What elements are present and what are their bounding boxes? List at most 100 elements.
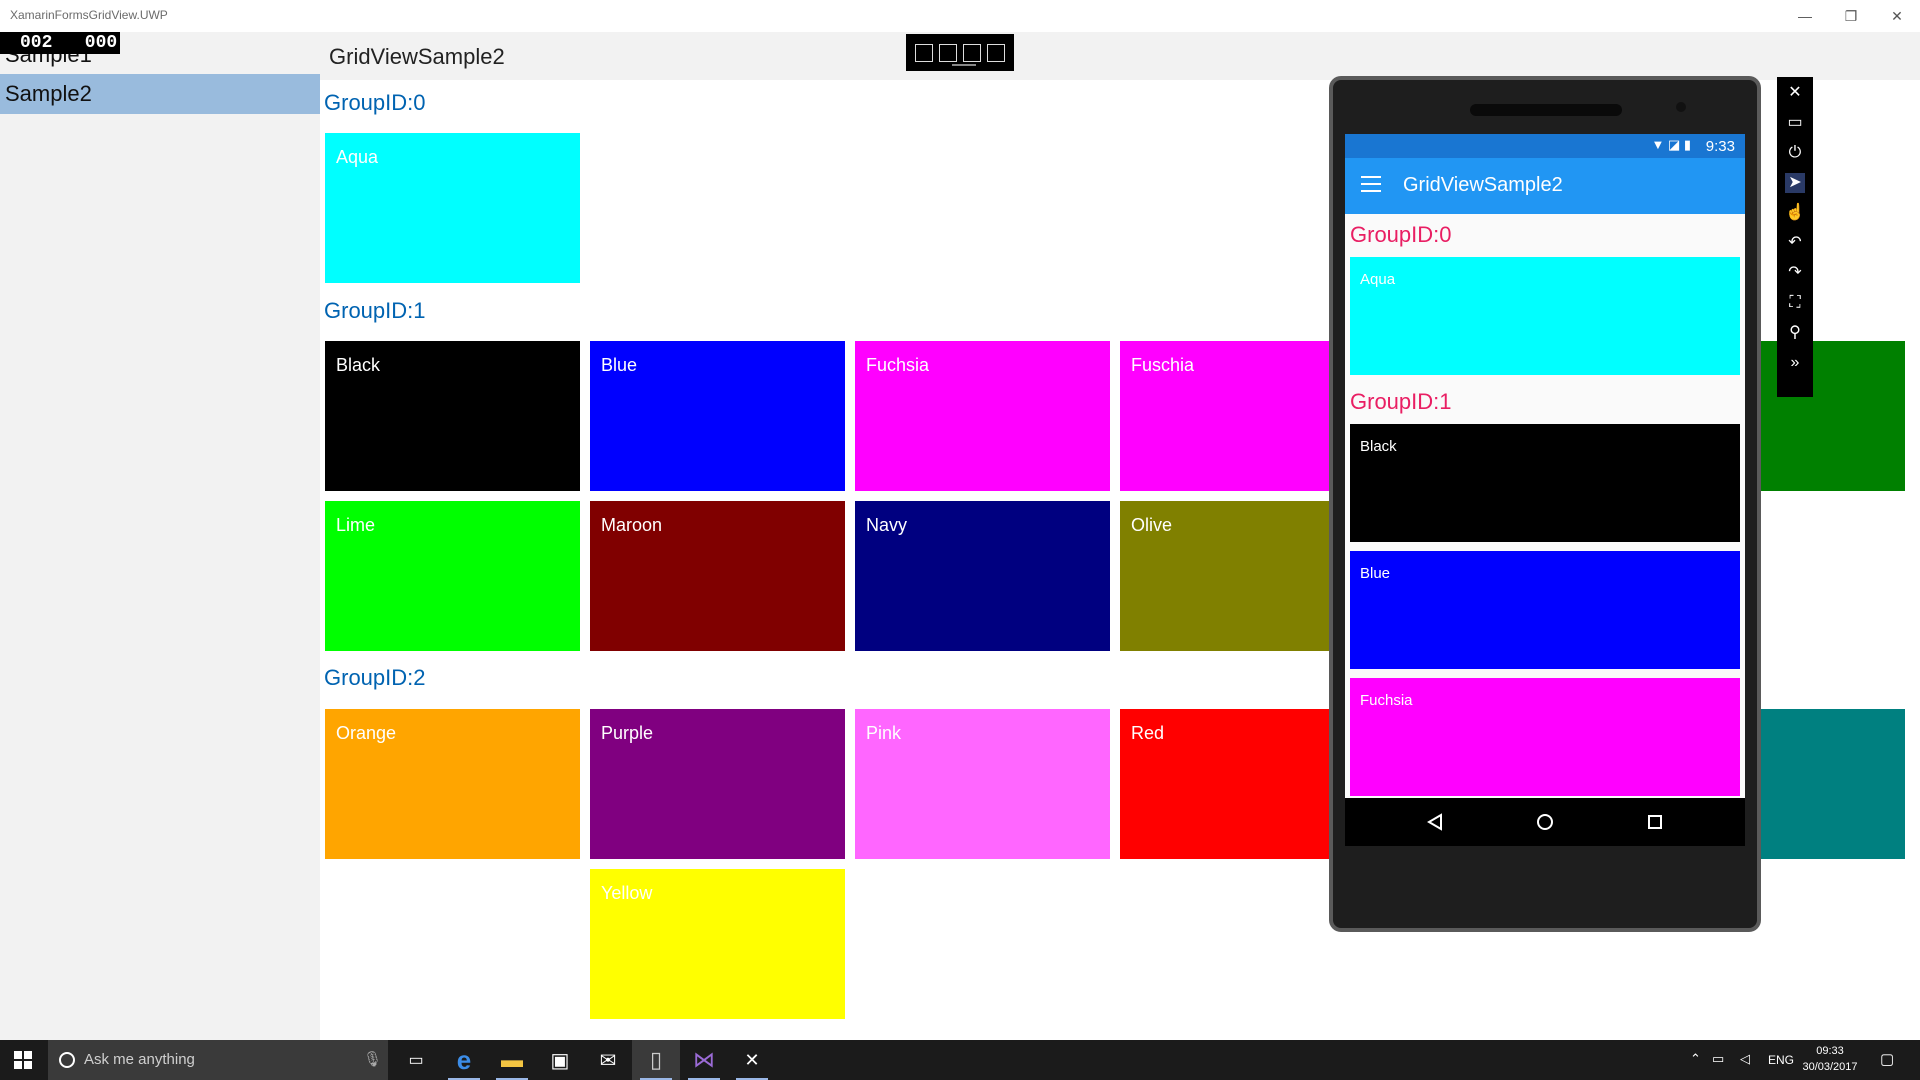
hamburger-menu-icon[interactable]: [1361, 176, 1381, 197]
touch-icon[interactable]: ☝: [1785, 203, 1805, 223]
back-icon: [1427, 813, 1442, 831]
clock-date: 30/03/2017: [1802, 1061, 1858, 1073]
emulator-toolbar: ✕ ▭ ⏻ ➤ ☝ ↶ ↷ ⛶ ⚲ »: [1777, 77, 1813, 397]
recents-icon: [1648, 815, 1662, 829]
close-icon[interactable]: ✕: [1785, 83, 1805, 103]
debug-toolbar-grip[interactable]: [952, 64, 976, 66]
nav-item-sample2[interactable]: Sample2: [0, 74, 320, 114]
status-icons: ▼ ◪ ▮: [1651, 137, 1691, 152]
phone-emulator-button[interactable]: ▯: [632, 1040, 680, 1080]
edge-button[interactable]: e: [440, 1040, 488, 1080]
xamarin-icon: ✕: [744, 1049, 760, 1070]
tile-label: Lime: [336, 515, 376, 535]
rotate-right-icon[interactable]: ↷: [1785, 263, 1805, 283]
android-nav-bar: [1345, 798, 1745, 846]
tile-label: Blue: [601, 355, 638, 375]
store-button[interactable]: ▣: [536, 1040, 584, 1080]
tile-navy[interactable]: Navy: [855, 501, 1110, 651]
home-icon: [1537, 814, 1553, 830]
visual-studio-button[interactable]: ⋈: [680, 1040, 728, 1080]
windows-logo-icon: [14, 1051, 32, 1069]
input-language[interactable]: ENG: [1768, 1053, 1794, 1067]
cortana-search-box[interactable]: Ask me anything 🎙: [48, 1040, 388, 1080]
page-header: [320, 32, 1920, 80]
more-tools-icon[interactable]: »: [1785, 353, 1805, 373]
android-tile-blue[interactable]: Blue: [1350, 551, 1740, 669]
tile-label: Black: [336, 355, 381, 375]
tile-label: Fuchsia: [866, 355, 930, 375]
tile-lime[interactable]: Lime: [325, 501, 580, 651]
tile-pink[interactable]: Pink: [855, 709, 1110, 859]
task-view-button[interactable]: ▭: [392, 1040, 440, 1080]
xamarin-button[interactable]: ✕: [728, 1040, 776, 1080]
task-view-icon: ▭: [408, 1052, 424, 1069]
live-tree-icon[interactable]: [915, 43, 933, 62]
tile-fuchsia[interactable]: Fuchsia: [855, 341, 1110, 491]
pointer-icon[interactable]: ➤: [1785, 173, 1805, 193]
android-back-button[interactable]: [1423, 810, 1447, 834]
battery-icon[interactable]: ▭: [1712, 1051, 1724, 1067]
tile-label: Yellow: [601, 883, 653, 903]
file-explorer-button[interactable]: ▬: [488, 1040, 536, 1080]
start-button[interactable]: [0, 1040, 46, 1080]
tile-label: Black: [1360, 438, 1397, 455]
rotate-left-icon[interactable]: ↶: [1785, 233, 1805, 253]
zoom-icon[interactable]: ⚲: [1785, 323, 1805, 343]
window-title-bar: [0, 0, 1920, 32]
frame-rate-counter: 002 000: [0, 32, 120, 54]
android-recents-button[interactable]: [1643, 810, 1667, 834]
tile-label: Purple: [601, 723, 654, 743]
android-group-header-0: GroupID:0: [1350, 222, 1452, 247]
android-group-header-1: GroupID:1: [1350, 389, 1452, 414]
android-app-bar: GridViewSample2: [1345, 158, 1745, 214]
tile-purple[interactable]: Purple: [590, 709, 845, 859]
group-header-2: GroupID:2: [324, 665, 426, 690]
window-title: XamarinFormsGridView.UWP: [10, 8, 168, 22]
status-time: 9:33: [1705, 138, 1735, 155]
tile-label: Fuchsia: [1360, 692, 1413, 709]
navigation-pane: [0, 32, 320, 1040]
volume-icon[interactable]: ◁: [1740, 1051, 1750, 1067]
action-center-icon[interactable]: ▢: [1880, 1050, 1894, 1068]
tile-label: Orange: [336, 723, 397, 743]
tile-aqua[interactable]: Aqua: [325, 133, 580, 283]
mail-button[interactable]: ✉: [584, 1040, 632, 1080]
tile-label: Maroon: [601, 515, 663, 535]
microphone-icon[interactable]: 🎙: [363, 1050, 382, 1068]
tile-maroon[interactable]: Maroon: [590, 501, 845, 651]
power-icon[interactable]: ⏻: [1785, 143, 1805, 163]
search-placeholder: Ask me anything: [84, 1051, 195, 1068]
phone-camera: [1676, 102, 1686, 112]
track-focus-icon[interactable]: [987, 43, 1005, 62]
android-tile-aqua[interactable]: Aqua: [1350, 257, 1740, 375]
tile-label: Blue: [1360, 565, 1391, 582]
file-explorer-icon: ▬: [501, 1047, 523, 1072]
phone-emulator-icon: ▯: [649, 1047, 663, 1072]
android-screen: ▼ ◪ ▮ 9:33 GridViewSample2 GroupID:0 Aqu…: [1345, 134, 1745, 846]
tile-label: Pink: [866, 723, 902, 743]
select-element-icon[interactable]: [939, 43, 957, 62]
maximize-button[interactable]: ❐: [1828, 0, 1874, 32]
system-clock[interactable]: 09:33 30/03/2017: [1800, 1043, 1860, 1075]
tile-orange[interactable]: Orange: [325, 709, 580, 859]
android-home-button[interactable]: [1533, 810, 1557, 834]
display-layout-adorners-icon[interactable]: [963, 43, 981, 62]
android-tile-fuchsia[interactable]: Fuchsia: [1350, 678, 1740, 796]
visual-studio-icon: ⋈: [693, 1047, 715, 1072]
tile-blue[interactable]: Blue: [590, 341, 845, 491]
tile-label: Aqua: [1360, 271, 1396, 288]
tile-label: Aqua: [336, 147, 379, 167]
android-tile-black[interactable]: Black: [1350, 424, 1740, 542]
tray-expand-icon[interactable]: ⌃: [1690, 1051, 1701, 1067]
minimize-icon[interactable]: ▭: [1785, 113, 1805, 133]
group-header-0: GroupID:0: [324, 90, 426, 115]
android-status-bar: ▼ ◪ ▮ 9:33: [1345, 134, 1745, 158]
fit-screen-icon[interactable]: ⛶: [1785, 293, 1805, 313]
clock-time: 09:33: [1816, 1045, 1844, 1057]
store-icon: ▣: [550, 1049, 570, 1072]
phone-speaker: [1470, 104, 1622, 116]
tile-yellow[interactable]: Yellow: [590, 869, 845, 1019]
minimize-button[interactable]: —: [1782, 0, 1828, 32]
close-window-button[interactable]: ✕: [1874, 0, 1920, 32]
tile-black[interactable]: Black: [325, 341, 580, 491]
